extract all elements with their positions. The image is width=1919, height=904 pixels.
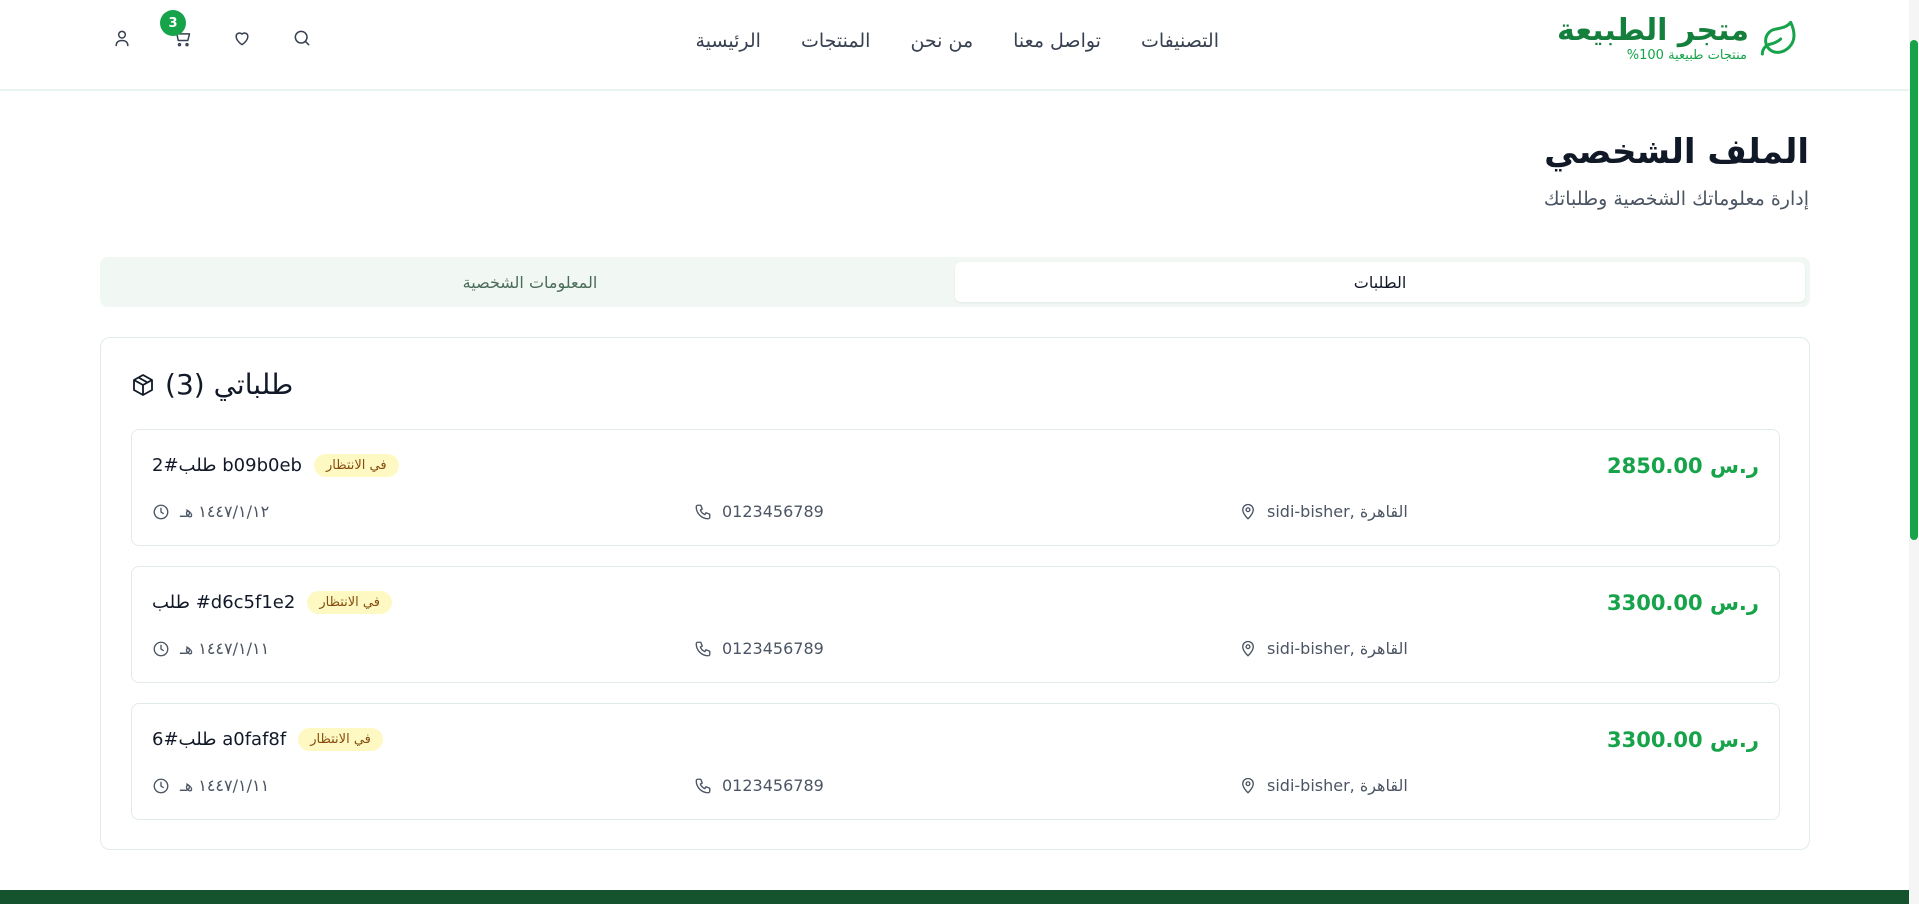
nav-home[interactable]: الرئيسية — [696, 26, 761, 56]
search-button[interactable] — [292, 28, 312, 48]
order-address-text: sidi-bisher, القاهرة — [1267, 502, 1408, 521]
orders-heading: طلباتي (3) — [131, 368, 293, 401]
page-subtitle: إدارة معلوماتك الشخصية وطلباتك — [1543, 188, 1809, 210]
package-icon — [133, 373, 153, 396]
header-actions: 3 — [112, 10, 312, 48]
cart-button[interactable]: 3 — [160, 10, 192, 48]
search-icon — [294, 30, 310, 46]
order-id: طلب #d6c5f1e2 — [152, 592, 296, 613]
order-phone: 0123456789 — [694, 502, 824, 521]
main-nav: الرئيسية المنتجات من نحن تواصل معنا التص… — [696, 26, 1219, 56]
cart-count-badge: 3 — [160, 10, 186, 36]
order-phone-text: 0123456789 — [722, 502, 824, 521]
order-date: ١٤٤٧/١/١١ هـ — [152, 776, 269, 795]
order-address-text: sidi-bisher, القاهرة — [1267, 776, 1408, 795]
order-date: ١٤٤٧/١/١١ هـ — [152, 639, 269, 658]
order-item[interactable]: 3300.00 ر.س في الانتظار طلب #d6c5f1e2 ١٤… — [131, 566, 1780, 683]
scrollbar[interactable] — [1909, 0, 1919, 904]
map-pin-icon — [1242, 503, 1254, 520]
phone-icon — [695, 641, 711, 656]
order-id: 2#طلب b09b0eb — [152, 455, 302, 476]
nav-categories[interactable]: التصنيفات — [1141, 26, 1219, 56]
clock-icon — [153, 504, 169, 519]
order-date-text: ١٤٤٧/١/١٢ هـ — [180, 502, 270, 521]
order-phone-text: 0123456789 — [722, 776, 824, 795]
leaf-icon — [1760, 20, 1796, 56]
status-badge: في الانتظار — [298, 728, 383, 751]
order-phone: 0123456789 — [694, 639, 824, 658]
wishlist-button[interactable] — [232, 28, 252, 48]
phone-icon — [695, 504, 711, 519]
account-button[interactable] — [112, 28, 132, 48]
brand-tagline: منتجات طبيعية 100% — [1626, 48, 1747, 63]
nav-about[interactable]: من نحن — [910, 26, 973, 56]
nav-contact[interactable]: تواصل معنا — [1013, 26, 1101, 56]
nav-products[interactable]: المنتجات — [801, 26, 870, 56]
order-address: sidi-bisher, القاهرة — [1239, 502, 1408, 521]
order-phone: 0123456789 — [694, 776, 824, 795]
order-item[interactable]: 3300.00 ر.س في الانتظار 6#طلب a0faf8f ١٤… — [131, 703, 1780, 820]
brand-name: متجر الطبيعة — [1557, 13, 1749, 48]
order-price: 3300.00 ر.س — [1606, 591, 1759, 615]
map-pin-icon — [1242, 640, 1254, 657]
map-pin-icon — [1242, 777, 1254, 794]
tab-orders[interactable]: الطلبات — [955, 262, 1805, 302]
order-price: 3300.00 ر.س — [1606, 728, 1759, 752]
orders-title: طلباتي (3) — [165, 368, 294, 401]
clock-icon — [153, 778, 169, 793]
order-item[interactable]: 2850.00 ر.س في الانتظار 2#طلب b09b0eb ١٤… — [131, 429, 1780, 546]
clock-icon — [153, 641, 169, 656]
status-badge: في الانتظار — [313, 454, 399, 477]
order-date-text: ١٤٤٧/١/١١ هـ — [180, 639, 270, 658]
order-phone-text: 0123456789 — [722, 639, 824, 658]
profile-tabs: الطلبات المعلومات الشخصية — [100, 257, 1810, 307]
order-address-text: sidi-bisher, القاهرة — [1267, 639, 1408, 658]
order-id: 6#طلب a0faf8f — [152, 729, 287, 750]
orders-card: طلباتي (3) 2850.00 ر.س في الانتظار 2#طلب… — [100, 337, 1810, 850]
user-icon — [115, 30, 129, 47]
order-date-text: ١٤٤٧/١/١١ هـ — [180, 776, 270, 795]
order-address: sidi-bisher, القاهرة — [1239, 776, 1408, 795]
tab-personal-info[interactable]: المعلومات الشخصية — [105, 262, 955, 302]
order-date: ١٤٤٧/١/١٢ هـ — [152, 502, 269, 521]
scrollbar-thumb[interactable] — [1910, 40, 1918, 540]
order-price: 2850.00 ر.س — [1606, 454, 1759, 478]
footer-strip — [0, 890, 1909, 904]
order-address: sidi-bisher, القاهرة — [1239, 639, 1408, 658]
brand-logo[interactable]: متجر الطبيعة منتجات طبيعية 100% — [1557, 14, 1799, 64]
page-title: الملف الشخصي — [1544, 132, 1809, 172]
phone-icon — [695, 778, 711, 793]
heart-icon — [235, 32, 249, 46]
site-header: متجر الطبيعة منتجات طبيعية 100% الرئيسية… — [0, 0, 1909, 91]
status-badge: في الانتظار — [307, 591, 392, 614]
